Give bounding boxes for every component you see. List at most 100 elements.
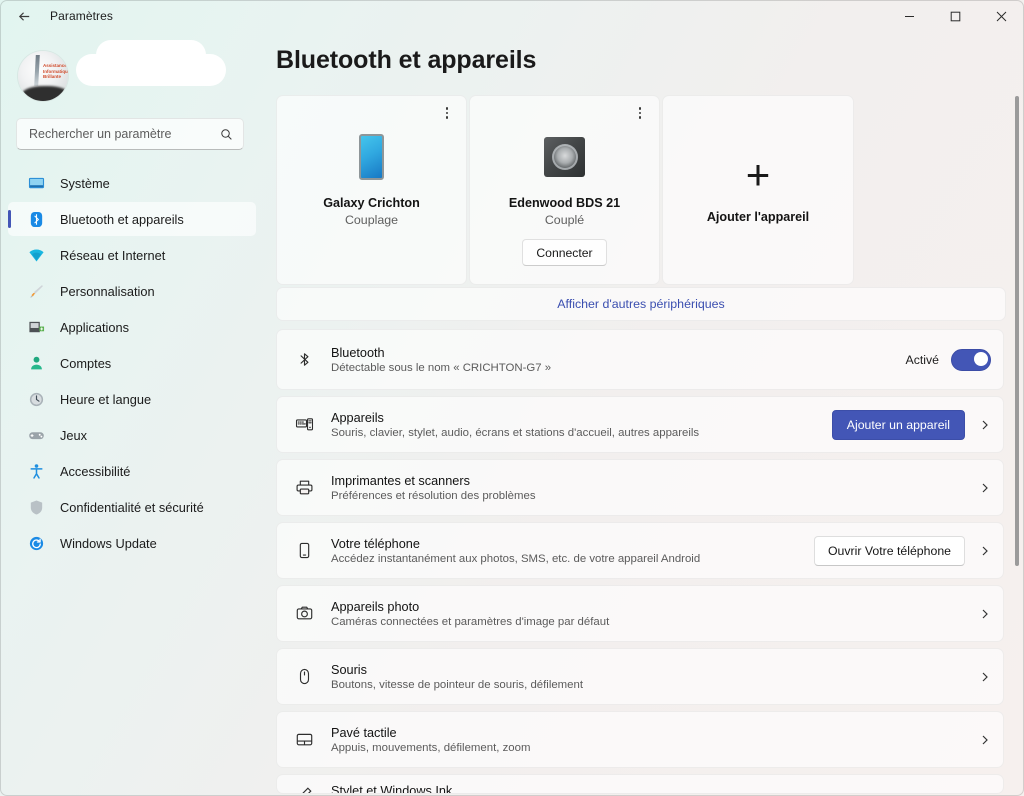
device-state: Couplage: [344, 213, 399, 227]
phone-icon: [359, 130, 384, 184]
show-other-devices-link[interactable]: Afficher d'autres périphériques: [557, 297, 724, 311]
back-arrow-icon: [18, 11, 29, 21]
row-title: Pavé tactile: [331, 725, 397, 740]
clock-icon: [26, 389, 46, 409]
wifi-icon: [26, 245, 46, 265]
add-device-label: Ajouter l'appareil: [706, 210, 810, 224]
shield-icon: [26, 497, 46, 517]
device-name: Edenwood BDS 21: [508, 196, 621, 210]
maximize-icon: [950, 11, 960, 21]
close-button[interactable]: [978, 0, 1024, 32]
bluetooth-state-label: Activé: [905, 352, 940, 367]
sidebar-item-label: Jeux: [60, 427, 88, 443]
settings-row-votre-telephone[interactable]: Votre téléphone Accédez instantanément a…: [276, 522, 1004, 579]
connect-button[interactable]: Connecter: [522, 239, 607, 266]
add-device-card[interactable]: + Ajouter l'appareil: [662, 95, 854, 285]
open-your-phone-button[interactable]: Ouvrir Votre téléphone: [813, 535, 965, 566]
sidebar-item-label: Heure et langue: [60, 391, 152, 407]
phone-outline-icon: [291, 541, 317, 560]
sidebar-item-label: Système: [60, 175, 110, 191]
search-box[interactable]: [16, 118, 244, 150]
settings-row-pave-tactile[interactable]: Pavé tactile Appuis, mouvements, défilem…: [276, 711, 1004, 768]
pen-icon: [291, 785, 317, 793]
device-card-menu-button[interactable]: [629, 102, 651, 124]
sidebar-item-accessibilite[interactable]: Accessibilité: [8, 454, 256, 488]
sidebar-item-label: Confidentialité et sécurité: [60, 499, 204, 515]
device-name: Galaxy Crichton: [323, 196, 420, 210]
row-title: Appareils: [331, 410, 384, 425]
search-icon: [220, 128, 233, 141]
device-card[interactable]: Edenwood BDS 21 Couplé Connecter: [469, 95, 660, 285]
sidebar-item-label: Personnalisation: [60, 283, 155, 299]
redacted-user-name: [76, 40, 226, 92]
sidebar-item-reseau-et-internet[interactable]: Réseau et Internet: [8, 238, 256, 272]
content-scrollbar[interactable]: [1015, 96, 1019, 756]
device-state: Couplé: [544, 213, 585, 227]
content-pane: Bluetooth et appareils Galaxy Crichton C…: [264, 0, 1024, 796]
sidebar-item-label: Accessibilité: [60, 463, 131, 479]
maximize-button[interactable]: [932, 0, 978, 32]
row-title: Imprimantes et scanners: [331, 473, 470, 488]
row-subtitle: Détectable sous le nom « CRICHTON-G7 »: [331, 361, 552, 374]
search-input[interactable]: [27, 126, 220, 142]
row-subtitle: Préférences et résolution des problèmes: [331, 489, 536, 502]
settings-row-imprimantes-et-scanners[interactable]: Imprimantes et scanners Préférences et r…: [276, 459, 1004, 516]
monitor-icon: [26, 173, 46, 193]
row-subtitle: Accédez instantanément aux photos, SMS, …: [331, 552, 701, 565]
title-bar: Paramètres: [0, 0, 1024, 32]
row-subtitle: Souris, clavier, stylet, audio, écrans e…: [331, 426, 700, 439]
sidebar-item-windows-update[interactable]: Windows Update: [8, 526, 256, 560]
sidebar-nav: Système Bluetooth et appareils Réseau et…: [0, 166, 264, 560]
printer-icon: [291, 478, 317, 497]
add-device-button[interactable]: Ajouter un appareil: [831, 409, 965, 440]
sidebar-item-heure-et-langue[interactable]: Heure et langue: [8, 382, 256, 416]
settings-rows: Bluetooth Détectable sous le nom « CRICH…: [276, 329, 1004, 794]
settings-row-appareils-photo[interactable]: Appareils photo Caméras connectées et pa…: [276, 585, 1004, 642]
sidebar-item-systeme[interactable]: Système: [8, 166, 256, 200]
sidebar-item-label: Windows Update: [60, 535, 157, 551]
sidebar-item-applications[interactable]: Applications: [8, 310, 256, 344]
minimize-button[interactable]: [886, 0, 932, 32]
gamepad-icon: [26, 425, 46, 445]
mouse-icon: [291, 667, 317, 686]
sidebar: Assistance Informatique Brillante Recher…: [0, 0, 264, 796]
row-title: Bluetooth: [331, 345, 385, 360]
device-card[interactable]: Galaxy Crichton Couplage: [276, 95, 467, 285]
bluetooth-toggle[interactable]: [951, 348, 991, 371]
close-icon: [996, 11, 1006, 21]
sidebar-item-comptes[interactable]: Comptes: [8, 346, 256, 380]
sidebar-item-personnalisation[interactable]: Personnalisation: [8, 274, 256, 308]
settings-window: Paramètres Assistance Informatique Brillan…: [0, 0, 1024, 796]
more-vertical-icon: [638, 107, 642, 119]
settings-row-souris[interactable]: Souris Boutons, vitesse de pointeur de s…: [276, 648, 1004, 705]
touchpad-icon: [291, 730, 317, 749]
user-profile[interactable]: Assistance Informatique Brillante: [0, 32, 264, 108]
page-title: Bluetooth et appareils: [276, 46, 537, 74]
show-other-devices-row[interactable]: Afficher d'autres périphériques: [276, 287, 1006, 321]
row-subtitle: Appuis, mouvements, défilement, zoom: [331, 741, 531, 754]
apps-icon: [26, 317, 46, 337]
scrollbar-thumb[interactable]: [1015, 96, 1019, 566]
settings-row-bluetooth[interactable]: Bluetooth Détectable sous le nom « CRICH…: [276, 329, 1004, 390]
chevron-right-icon: [979, 734, 991, 746]
settings-row-appareils[interactable]: Appareils Souris, clavier, stylet, audio…: [276, 396, 1004, 453]
sidebar-item-bluetooth-et-appareils[interactable]: Bluetooth et appareils: [8, 202, 256, 236]
row-title: Appareils photo: [331, 599, 420, 614]
search-container: [0, 108, 264, 150]
sidebar-item-label: Bluetooth et appareils: [60, 211, 184, 227]
row-subtitle: Boutons, vitesse de pointeur de souris, …: [331, 678, 584, 691]
chevron-right-icon: [979, 482, 991, 494]
avatar: Assistance Informatique Brillante: [18, 51, 68, 101]
back-button[interactable]: [8, 0, 40, 32]
window-title: Paramètres: [50, 9, 114, 23]
bluetooth-outline-icon: [291, 350, 317, 369]
settings-row-stylet-et-windows-ink[interactable]: Stylet et Windows Ink: [276, 774, 1004, 794]
sidebar-item-label: Réseau et Internet: [60, 247, 166, 263]
sidebar-item-jeux[interactable]: Jeux: [8, 418, 256, 452]
sidebar-item-confidentialite-et-securite[interactable]: Confidentialité et sécurité: [8, 490, 256, 524]
device-card-menu-button[interactable]: [436, 102, 458, 124]
row-title: Votre téléphone: [331, 536, 420, 551]
paintbrush-icon: [26, 281, 46, 301]
devices-icon: [291, 415, 317, 434]
more-vertical-icon: [445, 107, 449, 119]
